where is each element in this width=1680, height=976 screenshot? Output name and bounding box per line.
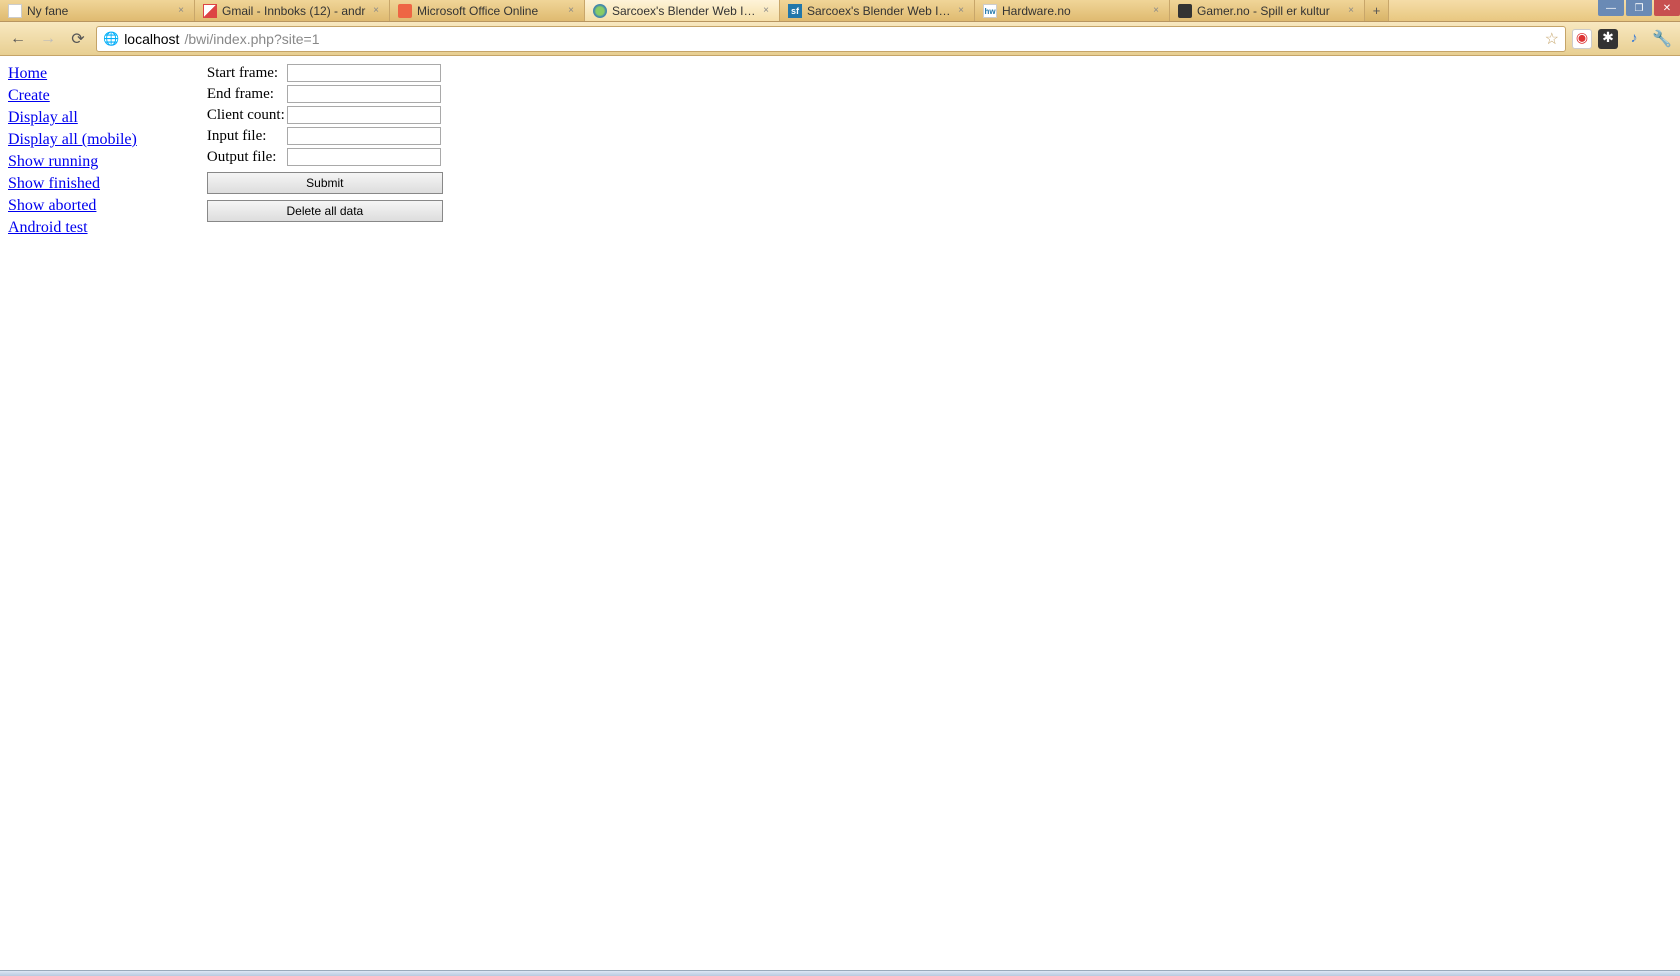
tab-title: Sarcoex's Blender Web Inte — [612, 4, 756, 18]
close-window-button[interactable]: ✕ — [1654, 0, 1680, 16]
close-icon[interactable]: × — [371, 6, 381, 16]
forward-button[interactable]: → — [36, 27, 60, 51]
delete-all-button[interactable]: Delete all data — [207, 200, 443, 222]
nav-android-test[interactable]: Android test — [8, 218, 137, 238]
tab-title: Gmail - Innboks (12) - andr — [222, 4, 366, 18]
nav-show-aborted[interactable]: Show aborted — [8, 196, 137, 216]
url-path: /bwi/index.php?site=1 — [184, 31, 319, 47]
input-file-label: Input file: — [207, 128, 287, 145]
nav-display-all[interactable]: Display all — [8, 108, 137, 128]
output-file-input[interactable] — [287, 148, 441, 166]
extension-icons: ◉ ✱ ♪ — [1572, 29, 1644, 49]
start-frame-input[interactable] — [287, 64, 441, 82]
gmail-favicon-icon — [203, 4, 217, 18]
tab-title: Ny fane — [27, 4, 171, 18]
blank-favicon-icon — [8, 4, 22, 18]
end-frame-input[interactable] — [287, 85, 441, 103]
close-icon[interactable]: × — [176, 6, 186, 16]
submit-button[interactable]: Submit — [207, 172, 443, 194]
tab-title: Gamer.no - Spill er kultur — [1197, 4, 1341, 18]
close-icon[interactable]: × — [761, 6, 771, 16]
sf-favicon-icon: sf — [788, 4, 802, 18]
bookmark-star-icon[interactable]: ☆ — [1545, 29, 1559, 49]
tab-ny-fane[interactable]: Ny fane × — [0, 0, 195, 21]
close-icon[interactable]: × — [1151, 6, 1161, 16]
globe-favicon-icon — [593, 4, 607, 18]
input-file-input[interactable] — [287, 127, 441, 145]
tab-hardware[interactable]: hw Hardware.no × — [975, 0, 1170, 21]
back-button[interactable]: ← — [6, 27, 30, 51]
tab-office[interactable]: Microsoft Office Online × — [390, 0, 585, 21]
page-content: Home Create Display all Display all (mob… — [0, 56, 1680, 246]
hw-favicon-icon: hw — [983, 4, 997, 18]
close-icon[interactable]: × — [956, 6, 966, 16]
browser-toolbar: ← → ⟳ 🌐 localhost/bwi/index.php?site=1 ☆… — [0, 22, 1680, 56]
browser-tabstrip: Ny fane × Gmail - Innboks (12) - andr × … — [0, 0, 1680, 22]
tab-title: Sarcoex's Blender Web Inte — [807, 4, 951, 18]
address-bar[interactable]: 🌐 localhost/bwi/index.php?site=1 ☆ — [96, 26, 1566, 52]
extension-2-icon[interactable]: ✱ — [1598, 29, 1618, 49]
globe-icon: 🌐 — [103, 31, 119, 47]
tab-title: Microsoft Office Online — [417, 4, 561, 18]
nav-show-finished[interactable]: Show finished — [8, 174, 137, 194]
job-form: Start frame: End frame: Client count: In… — [207, 64, 443, 238]
tab-gamer[interactable]: Gamer.no - Spill er kultur × — [1170, 0, 1365, 21]
tab-gmail[interactable]: Gmail - Innboks (12) - andr × — [195, 0, 390, 21]
output-file-label: Output file: — [207, 149, 287, 166]
nav-create[interactable]: Create — [8, 86, 137, 106]
client-count-label: Client count: — [207, 107, 287, 124]
client-count-input[interactable] — [287, 106, 441, 124]
nav-show-running[interactable]: Show running — [8, 152, 137, 172]
end-frame-label: End frame: — [207, 86, 287, 103]
close-icon[interactable]: × — [566, 6, 576, 16]
new-tab-button[interactable]: + — [1365, 0, 1389, 21]
reload-button[interactable]: ⟳ — [66, 27, 90, 51]
nav-home[interactable]: Home — [8, 64, 137, 84]
office-favicon-icon — [398, 4, 412, 18]
window-controls: — ❐ ✕ — [1596, 0, 1680, 18]
extension-1-icon[interactable]: ◉ — [1572, 29, 1592, 49]
close-icon[interactable]: × — [1346, 6, 1356, 16]
tab-title: Hardware.no — [1002, 4, 1146, 18]
tab-blender-1[interactable]: Sarcoex's Blender Web Inte × — [585, 0, 780, 21]
url-host: localhost — [124, 31, 179, 47]
extension-3-icon[interactable]: ♪ — [1624, 29, 1644, 49]
minimize-button[interactable]: — — [1598, 0, 1624, 16]
maximize-button[interactable]: ❐ — [1626, 0, 1652, 16]
start-frame-label: Start frame: — [207, 65, 287, 82]
nav-display-all-mobile[interactable]: Display all (mobile) — [8, 130, 137, 150]
wrench-menu-icon[interactable]: 🔧 — [1650, 27, 1674, 51]
tab-blender-2[interactable]: sf Sarcoex's Blender Web Inte × — [780, 0, 975, 21]
gamer-favicon-icon — [1178, 4, 1192, 18]
os-taskbar — [0, 970, 1680, 976]
sidebar-nav: Home Create Display all Display all (mob… — [8, 64, 137, 238]
